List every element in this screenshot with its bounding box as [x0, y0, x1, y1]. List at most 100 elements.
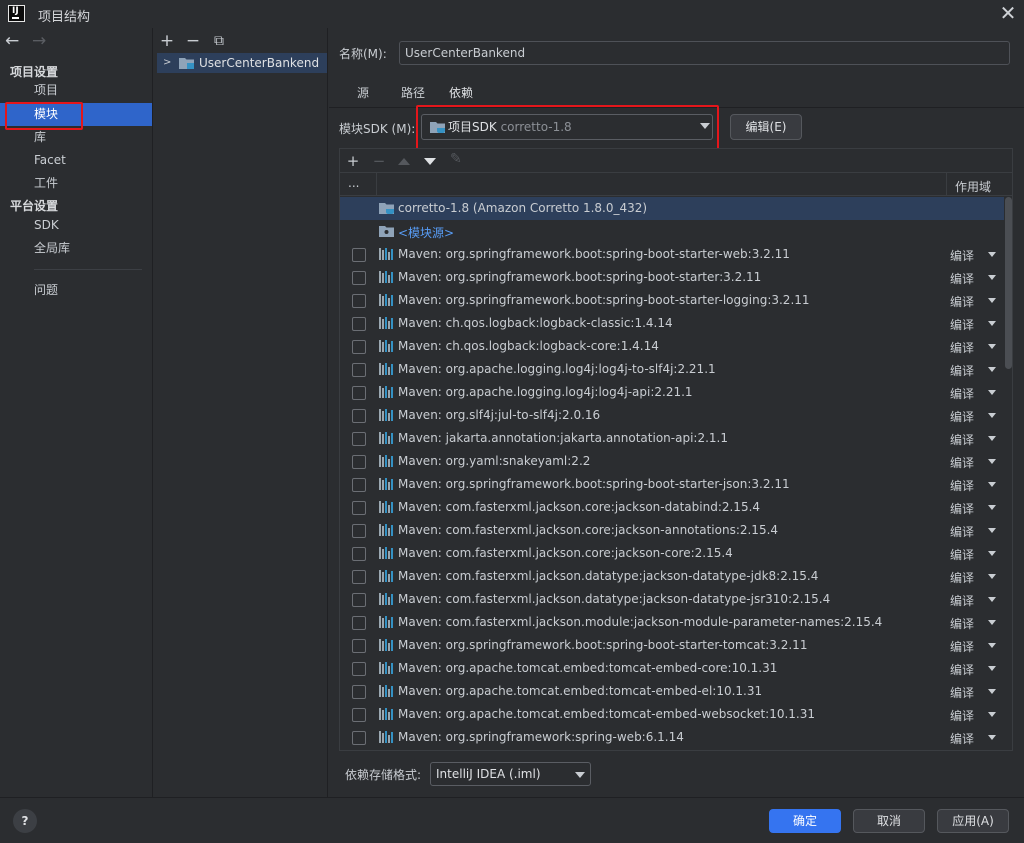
export-checkbox[interactable] — [352, 685, 366, 699]
chevron-down-icon[interactable] — [988, 551, 996, 556]
table-row[interactable]: Maven: ch.qos.logback:logback-core:1.4.1… — [340, 335, 1004, 358]
chevron-down-icon[interactable] — [988, 528, 996, 533]
table-row[interactable]: Maven: com.fasterxml.jackson.datatype:ja… — [340, 565, 1004, 588]
scope-value[interactable]: 编译 — [950, 316, 974, 333]
table-row[interactable]: Maven: org.springframework.boot:spring-b… — [340, 634, 1004, 657]
col-export-header[interactable]: ... — [348, 176, 359, 190]
tab-dependencies[interactable]: 依赖 — [435, 85, 488, 107]
export-checkbox[interactable] — [352, 708, 366, 722]
storage-format-dropdown[interactable]: IntelliJ IDEA (.iml) — [430, 762, 591, 786]
chevron-down-icon[interactable] — [988, 482, 996, 487]
export-checkbox[interactable] — [352, 248, 366, 262]
scope-value[interactable]: 编译 — [950, 569, 974, 586]
chevron-down-icon[interactable] — [988, 597, 996, 602]
remove-dependency-icon[interactable]: − — [368, 151, 390, 171]
scope-value[interactable]: 编译 — [950, 454, 974, 471]
scope-value[interactable]: 编译 — [950, 615, 974, 632]
chevron-down-icon[interactable] — [988, 413, 996, 418]
table-row[interactable]: Maven: org.yaml:snakeyaml:2.2 编译 — [340, 450, 1004, 473]
chevron-down-icon[interactable] — [988, 505, 996, 510]
scope-value[interactable]: 编译 — [950, 293, 974, 310]
scope-value[interactable]: 编译 — [950, 385, 974, 402]
chevron-down-icon[interactable] — [988, 436, 996, 441]
chevron-right-icon[interactable]: > — [163, 53, 171, 73]
scope-value[interactable]: 编译 — [950, 339, 974, 356]
table-row[interactable]: Maven: org.springframework.boot:spring-b… — [340, 289, 1004, 312]
table-row[interactable]: Maven: org.apache.tomcat.embed:tomcat-em… — [340, 703, 1004, 726]
scrollbar-thumb[interactable] — [1005, 197, 1012, 369]
scope-value[interactable]: 编译 — [950, 523, 974, 540]
table-row[interactable]: Maven: ch.qos.logback:logback-classic:1.… — [340, 312, 1004, 335]
plus-icon[interactable]: + — [157, 31, 177, 51]
chevron-down-icon[interactable] — [988, 666, 996, 671]
arrow-left-icon[interactable]: ← — [5, 31, 19, 51]
scope-value[interactable]: 编译 — [950, 247, 974, 264]
chevron-down-icon[interactable] — [988, 252, 996, 257]
export-checkbox[interactable] — [352, 317, 366, 331]
nav-item-problems[interactable]: 问题 — [0, 279, 152, 302]
export-checkbox[interactable] — [352, 294, 366, 308]
nav-item-project[interactable]: 项目 — [0, 79, 152, 102]
export-checkbox[interactable] — [352, 478, 366, 492]
scope-value[interactable]: 编译 — [950, 362, 974, 379]
chevron-down-icon[interactable] — [988, 275, 996, 280]
ok-button[interactable]: 确定 — [769, 809, 841, 833]
scope-value[interactable]: 编译 — [950, 500, 974, 517]
copy-icon[interactable]: ⧉ — [209, 31, 229, 51]
export-checkbox[interactable] — [352, 731, 366, 745]
export-checkbox[interactable] — [352, 340, 366, 354]
scope-value[interactable]: 编译 — [950, 270, 974, 287]
table-row[interactable]: Maven: org.springframework.boot:spring-b… — [340, 266, 1004, 289]
export-checkbox[interactable] — [352, 547, 366, 561]
chevron-down-icon[interactable] — [988, 298, 996, 303]
export-checkbox[interactable] — [352, 432, 366, 446]
nav-item-facet[interactable]: Facet — [0, 149, 152, 172]
export-checkbox[interactable] — [352, 570, 366, 584]
chevron-down-icon[interactable] — [988, 643, 996, 648]
apply-button[interactable]: 应用(A) — [937, 809, 1009, 833]
export-checkbox[interactable] — [352, 593, 366, 607]
table-row[interactable]: Maven: com.fasterxml.jackson.core:jackso… — [340, 519, 1004, 542]
table-row[interactable]: Maven: org.apache.logging.log4j:log4j-to… — [340, 358, 1004, 381]
chevron-down-icon[interactable] — [988, 459, 996, 464]
scope-value[interactable]: 编译 — [950, 546, 974, 563]
scope-value[interactable]: 编译 — [950, 638, 974, 655]
scope-value[interactable]: 编译 — [950, 730, 974, 747]
export-checkbox[interactable] — [352, 616, 366, 630]
table-row[interactable]: Maven: org.apache.logging.log4j:log4j-ap… — [340, 381, 1004, 404]
export-checkbox[interactable] — [352, 639, 366, 653]
nav-item-sdk[interactable]: SDK — [0, 214, 152, 237]
table-row-sdk[interactable]: corretto-1.8 (Amazon Corretto 1.8.0_432) — [340, 197, 1004, 220]
export-checkbox[interactable] — [352, 409, 366, 423]
chevron-down-icon[interactable] — [988, 735, 996, 740]
scope-value[interactable]: 编译 — [950, 684, 974, 701]
chevron-down-icon[interactable] — [988, 712, 996, 717]
module-name-input[interactable]: UserCenterBankend — [399, 41, 1010, 65]
edit-sdk-button[interactable]: 编辑(E) — [730, 114, 802, 140]
table-row-module-source[interactable]: <模块源> — [340, 220, 1004, 243]
tab-paths[interactable]: 路径 — [401, 85, 425, 107]
export-checkbox[interactable] — [352, 662, 366, 676]
close-icon[interactable]: ✕ — [996, 2, 1020, 26]
chevron-down-icon[interactable] — [988, 367, 996, 372]
scope-value[interactable]: 编译 — [950, 707, 974, 724]
table-row[interactable]: Maven: com.fasterxml.jackson.core:jackso… — [340, 542, 1004, 565]
move-down-icon[interactable] — [424, 158, 436, 165]
cancel-button[interactable]: 取消 — [853, 809, 925, 833]
minus-icon[interactable]: − — [183, 31, 203, 51]
export-checkbox[interactable] — [352, 386, 366, 400]
export-checkbox[interactable] — [352, 455, 366, 469]
pencil-icon[interactable]: ✎ — [450, 152, 464, 166]
chevron-down-icon[interactable] — [988, 689, 996, 694]
arrow-right-icon[interactable]: → — [32, 31, 46, 51]
scope-value[interactable]: 编译 — [950, 661, 974, 678]
export-checkbox[interactable] — [352, 524, 366, 538]
chevron-down-icon[interactable] — [988, 321, 996, 326]
chevron-down-icon[interactable] — [700, 123, 710, 129]
scope-value[interactable]: 编译 — [950, 408, 974, 425]
table-row[interactable]: Maven: org.springframework.boot:spring-b… — [340, 243, 1004, 266]
tab-sources[interactable]: 源 — [357, 85, 369, 107]
table-row[interactable]: Maven: org.apache.tomcat.embed:tomcat-em… — [340, 680, 1004, 703]
table-row[interactable]: Maven: com.fasterxml.jackson.module:jack… — [340, 611, 1004, 634]
col-scope-header[interactable]: 作用域 — [955, 178, 991, 195]
